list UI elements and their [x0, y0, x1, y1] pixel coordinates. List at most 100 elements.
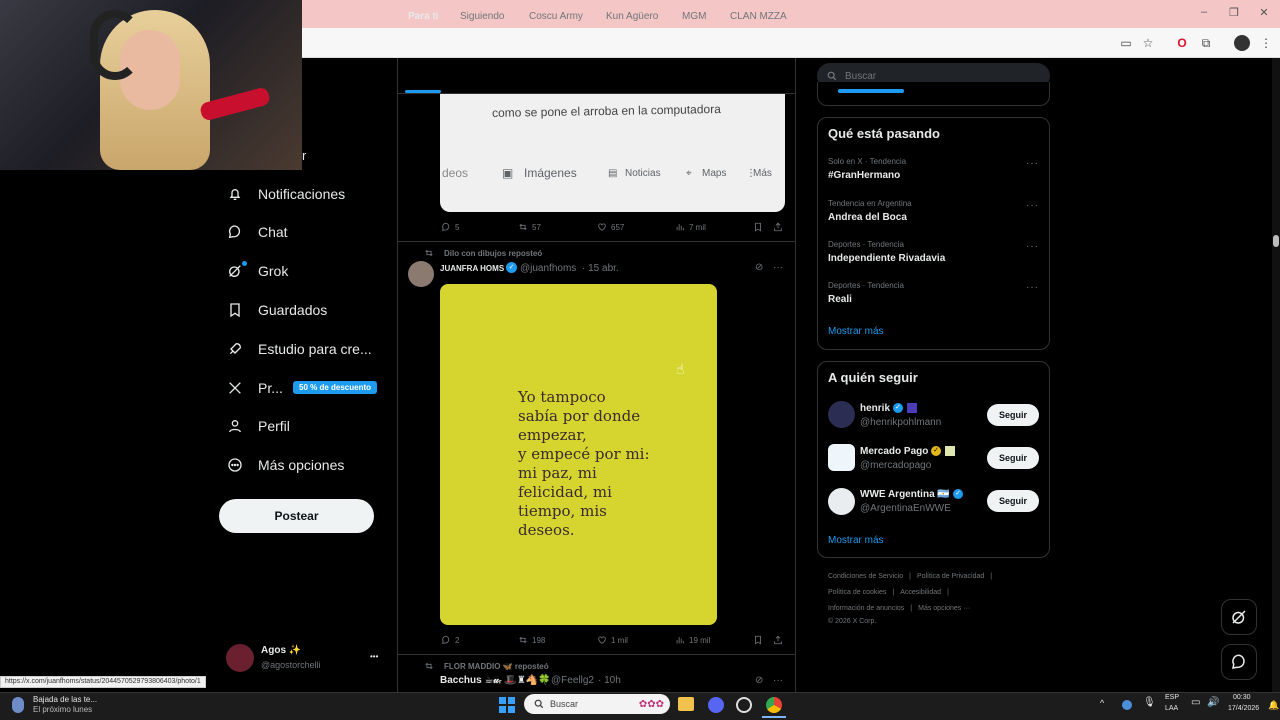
- chrome-icon[interactable]: [766, 697, 782, 713]
- like-button[interactable]: 1 mil: [597, 635, 628, 645]
- language-code[interactable]: ESP: [1165, 694, 1179, 701]
- author-avatar[interactable]: [408, 261, 434, 287]
- trend-more-icon[interactable]: ···: [1026, 241, 1039, 252]
- trend-name[interactable]: Andrea del Boca: [828, 212, 907, 223]
- trend-name[interactable]: Reali: [828, 294, 852, 305]
- reply-button[interactable]: 2: [441, 635, 459, 645]
- repost-button[interactable]: 198: [518, 635, 545, 645]
- footer-privacy-link[interactable]: Política de Privacidad: [917, 573, 984, 580]
- author-name[interactable]: Bacchus ☕𝓊ᵣ 🎩♜🐴🍀: [440, 675, 551, 686]
- share-button[interactable]: [773, 635, 783, 645]
- tab-for-you[interactable]: Para ti: [408, 11, 439, 22]
- nav-chat[interactable]: Chat: [226, 217, 288, 247]
- minimize-button[interactable]: –: [1196, 6, 1212, 18]
- author-handle[interactable]: @Feellg2: [551, 675, 594, 686]
- account-avatar[interactable]: [226, 644, 254, 672]
- post-more-icon[interactable]: ···: [773, 675, 783, 686]
- tab-kun-aguero[interactable]: Kun Agüero: [606, 11, 658, 22]
- trend-name[interactable]: #GranHermano: [828, 170, 900, 181]
- app-icon[interactable]: [736, 697, 752, 713]
- views-button[interactable]: 19 mil: [675, 635, 710, 645]
- post-image-google[interactable]: como se pone el arroba en la computadora…: [440, 94, 785, 212]
- author-handle[interactable]: @juanfhoms: [520, 263, 576, 274]
- follow-handle[interactable]: @mercadopago: [860, 460, 931, 471]
- post-more-icon[interactable]: ···: [773, 262, 783, 273]
- follow-show-more-link[interactable]: Mostrar más: [828, 535, 884, 546]
- follow-handle[interactable]: @ArgentinaEnWWE: [860, 503, 951, 514]
- tab-following[interactable]: Siguiendo: [460, 11, 504, 22]
- profile-avatar-icon[interactable]: [1234, 35, 1250, 51]
- follow-button[interactable]: Seguir: [987, 490, 1039, 512]
- tab-coscu-army[interactable]: Coscu Army: [529, 11, 583, 22]
- follow-name[interactable]: Mercado Pago: [860, 446, 928, 457]
- nav-profile[interactable]: Perfil: [226, 411, 290, 441]
- footer-more-link[interactable]: Más opciones ···: [918, 605, 970, 612]
- scrollbar-thumb[interactable]: [1273, 235, 1279, 247]
- follow-button[interactable]: Seguir: [987, 447, 1039, 469]
- keyboard-layout[interactable]: LAA: [1165, 705, 1178, 712]
- cast-icon[interactable]: ▭: [1118, 35, 1134, 51]
- post-date[interactable]: · 10h: [598, 675, 621, 686]
- network-icon[interactable]: ▭: [1191, 697, 1200, 708]
- footer-accessibility-link[interactable]: Accesibilidad: [900, 589, 941, 596]
- browser-menu-icon[interactable]: ⋮: [1258, 35, 1274, 51]
- scrollbar-track[interactable]: [1272, 58, 1280, 692]
- author-name[interactable]: JUANFRA HOMS: [440, 264, 504, 273]
- follow-handle[interactable]: @henrikpohlmann: [860, 417, 941, 428]
- clock-time[interactable]: 00:30: [1233, 694, 1251, 701]
- post-date[interactable]: · 15 abr.: [582, 263, 619, 274]
- restore-button[interactable]: ❐: [1226, 6, 1242, 19]
- promo-button-edge[interactable]: [838, 89, 904, 93]
- trend-more-icon[interactable]: ···: [1026, 158, 1039, 169]
- footer-cookies-link[interactable]: Política de cookies: [828, 589, 886, 596]
- microphone-tray-icon[interactable]: 🎙: [1143, 697, 1156, 708]
- tab-mgm[interactable]: MGM: [682, 11, 706, 22]
- nav-bookmarks[interactable]: Guardados: [226, 295, 327, 325]
- footer-terms-link[interactable]: Condiciones de Servicio: [828, 573, 903, 580]
- share-button[interactable]: [773, 222, 783, 232]
- trend-name[interactable]: Independiente Rivadavia: [828, 253, 945, 264]
- tray-app-icon[interactable]: [1122, 700, 1132, 710]
- windows-start-icon[interactable]: [499, 697, 515, 713]
- like-button[interactable]: 657: [597, 222, 624, 232]
- notifications-bell-icon[interactable]: 🔔: [1268, 700, 1279, 711]
- bookmark-post-button[interactable]: [753, 222, 763, 232]
- tab-clan-mzza[interactable]: CLAN MZZA: [730, 11, 787, 22]
- grok-fab-button[interactable]: [1221, 599, 1257, 635]
- trend-more-icon[interactable]: ···: [1026, 282, 1039, 293]
- grok-icon[interactable]: ⊘: [755, 262, 763, 273]
- follow-name[interactable]: WWE Argentina 🇦🇷: [860, 489, 950, 500]
- file-explorer-icon[interactable]: [678, 697, 694, 711]
- close-window-button[interactable]: ✕: [1256, 6, 1272, 19]
- nav-grok[interactable]: Grok: [226, 256, 288, 286]
- discord-icon[interactable]: [708, 697, 724, 713]
- extensions-icon[interactable]: ⧉: [1198, 35, 1214, 51]
- trends-show-more-link[interactable]: Mostrar más: [828, 326, 884, 337]
- follow-name[interactable]: henrik: [860, 403, 890, 414]
- bookmark-star-icon[interactable]: ☆: [1140, 35, 1156, 51]
- footer-ads-info-link[interactable]: Información de anuncios: [828, 605, 904, 612]
- bookmark-post-button[interactable]: [753, 635, 763, 645]
- follow-button[interactable]: Seguir: [987, 404, 1039, 426]
- messages-fab-button[interactable]: [1221, 644, 1257, 680]
- tray-overflow-icon[interactable]: ^: [1100, 698, 1104, 708]
- nav-creator-studio[interactable]: Estudio para cre...: [226, 334, 372, 364]
- nav-premium[interactable]: Pr...: [226, 373, 283, 403]
- taskbar-search[interactable]: Buscar ✿✿✿: [524, 694, 670, 714]
- account-menu-button[interactable]: •••: [370, 652, 378, 661]
- premium-discount-badge[interactable]: 50 % de descuento: [293, 381, 378, 394]
- post-button[interactable]: Postear: [219, 499, 374, 533]
- follow-avatar[interactable]: [828, 444, 855, 471]
- nav-notifications[interactable]: Notificaciones: [226, 179, 345, 209]
- grok-icon[interactable]: ⊘: [755, 675, 763, 686]
- follow-avatar[interactable]: [828, 401, 855, 428]
- reply-button[interactable]: 5: [441, 222, 459, 232]
- notification-app-icon[interactable]: [12, 697, 24, 713]
- nav-more-options[interactable]: Más opciones: [226, 450, 344, 480]
- trend-more-icon[interactable]: ···: [1026, 200, 1039, 211]
- clock-date[interactable]: 17/4/2026: [1228, 705, 1259, 712]
- repost-button[interactable]: 57: [518, 222, 541, 232]
- views-button[interactable]: 7 mil: [675, 222, 706, 232]
- follow-avatar[interactable]: [828, 488, 855, 515]
- notification-title[interactable]: Bajada de las te...: [33, 695, 97, 704]
